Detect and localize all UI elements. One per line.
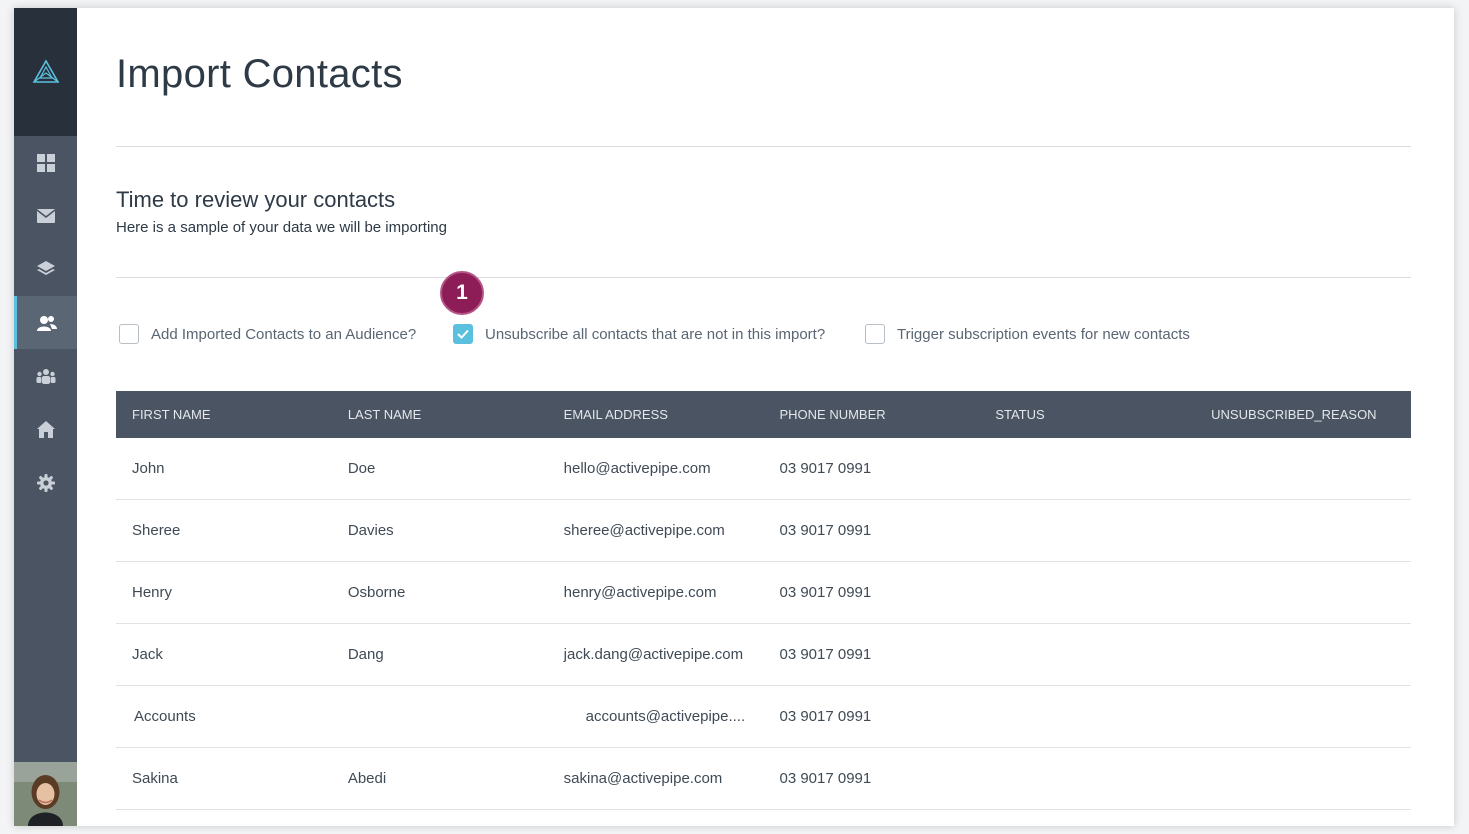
gear-icon: [36, 473, 55, 492]
cell-phone: 03 9017 0991: [779, 460, 872, 477]
option-add-to-audience[interactable]: Add Imported Contacts to an Audience?: [119, 323, 416, 345]
cell-first-name: Henry: [132, 584, 173, 601]
sidebar-item-email[interactable]: [14, 189, 77, 242]
column-header-email[interactable]: EMAIL ADDRESS: [548, 407, 764, 422]
table-row: Accounts accounts@activepipe.... 03 9017…: [116, 686, 1411, 748]
checkmark-icon: [457, 329, 469, 339]
sidebar-item-layers[interactable]: [14, 242, 77, 295]
column-header-unsubscribed-reason[interactable]: UNSUBSCRIBED_REASON: [1195, 407, 1411, 422]
cell-last-name: Osborne: [347, 584, 406, 601]
cell-first-name: Accounts: [134, 708, 196, 725]
logo[interactable]: [14, 8, 77, 136]
table-header: FIRST NAME LAST NAME EMAIL ADDRESS PHONE…: [116, 391, 1411, 438]
column-header-first-name[interactable]: FIRST NAME: [116, 407, 332, 422]
add-to-audience-checkbox[interactable]: [119, 324, 139, 344]
page-title: Import Contacts: [116, 52, 403, 96]
option-unsubscribe-missing[interactable]: Unsubscribe all contacts that are not in…: [453, 323, 825, 345]
envelope-icon: [36, 208, 55, 223]
sidebar: [14, 8, 77, 826]
cell-last-name: Abedi: [347, 770, 387, 787]
avatar[interactable]: [14, 762, 77, 826]
cell-last-name: Davies: [347, 522, 394, 539]
cell-email: jack.dang@activepipe.com: [563, 646, 744, 663]
cell-first-name: Sakina: [132, 770, 178, 787]
option-label: Trigger subscription events for new cont…: [897, 325, 1190, 343]
sidebar-item-contacts[interactable]: [14, 296, 77, 349]
cell-first-name: Jack: [132, 646, 163, 663]
column-header-last-name[interactable]: LAST NAME: [332, 407, 548, 422]
table-row: John Doe hello@activepipe.com 03 9017 09…: [116, 438, 1411, 500]
cell-email: henry@activepipe.com: [563, 584, 717, 601]
cell-first-name: John: [132, 460, 165, 477]
sidebar-item-settings[interactable]: [14, 456, 77, 509]
step-badge: 1: [440, 271, 484, 315]
home-icon: [36, 421, 55, 438]
unsubscribe-missing-checkbox[interactable]: [453, 324, 473, 344]
sidebar-item-home[interactable]: [14, 403, 77, 456]
contacts-table: FIRST NAME LAST NAME EMAIL ADDRESS PHONE…: [116, 391, 1411, 810]
divider: [116, 277, 1411, 278]
trigger-subscription-checkbox[interactable]: [865, 324, 885, 344]
cell-email: accounts@activepipe....: [585, 708, 746, 725]
cell-phone: 03 9017 0991: [779, 584, 872, 601]
contacts-icon: [37, 315, 57, 331]
cell-first-name: Sheree: [132, 522, 181, 539]
layers-icon: [36, 260, 55, 275]
sidebar-item-groups[interactable]: [14, 349, 77, 402]
table-row: Jack Dang jack.dang@activepipe.com 03 90…: [116, 624, 1411, 686]
cell-email: sakina@activepipe.com: [563, 770, 723, 787]
cell-email: sheree@activepipe.com: [563, 522, 725, 539]
app-window: Import Contacts Time to review your cont…: [14, 8, 1454, 826]
cell-email: hello@activepipe.com: [563, 460, 711, 477]
option-label: Unsubscribe all contacts that are not in…: [485, 325, 826, 343]
sidebar-item-dashboard[interactable]: [14, 136, 77, 189]
option-label: Add Imported Contacts to an Audience?: [151, 325, 417, 343]
section-subtitle: Here is a sample of your data we will be…: [116, 219, 447, 236]
column-header-status[interactable]: STATUS: [979, 407, 1195, 422]
divider: [116, 146, 1411, 147]
cell-phone: 03 9017 0991: [779, 646, 872, 663]
cell-phone: 03 9017 0991: [779, 708, 872, 725]
main-content: Import Contacts Time to review your cont…: [77, 8, 1454, 826]
cell-phone: 03 9017 0991: [779, 522, 872, 539]
triangle-logo-icon: [32, 59, 59, 83]
section-title: Time to review your contacts: [116, 187, 396, 212]
table-row: Henry Osborne henry@activepipe.com 03 90…: [116, 562, 1411, 624]
column-header-phone[interactable]: PHONE NUMBER: [763, 407, 979, 422]
table-row: Sheree Davies sheree@activepipe.com 03 9…: [116, 500, 1411, 562]
group-icon: [36, 368, 55, 384]
cell-phone: 03 9017 0991: [779, 770, 872, 787]
dashboard-grid-icon: [36, 153, 55, 172]
option-trigger-subscription[interactable]: Trigger subscription events for new cont…: [865, 323, 1190, 345]
table-row: Sakina Abedi sakina@activepipe.com 03 90…: [116, 748, 1411, 810]
cell-last-name: Doe: [347, 460, 376, 477]
cell-last-name: Dang: [347, 646, 384, 663]
